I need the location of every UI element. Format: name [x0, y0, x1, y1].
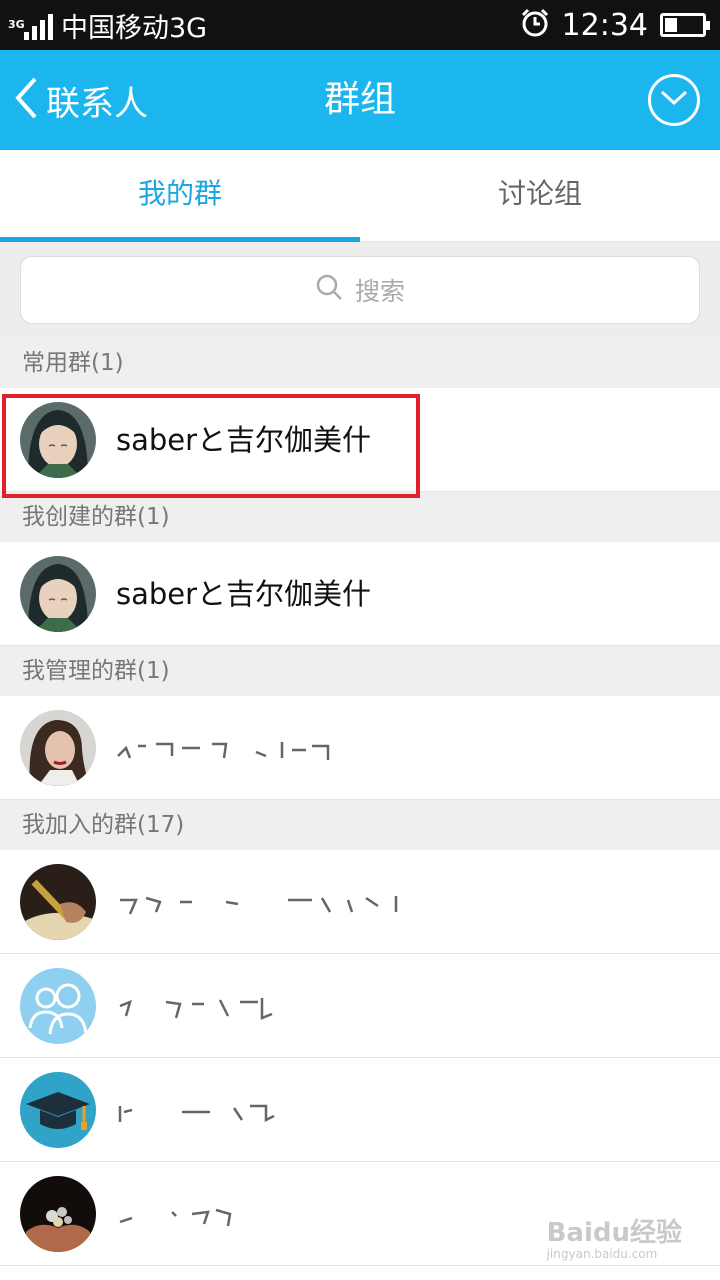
anime-girl-avatar [20, 556, 96, 632]
graduation-cap-avatar [20, 1072, 96, 1148]
redacted-name [118, 1104, 275, 1123]
section-header-joined: 我加入的群(17) [0, 800, 720, 850]
title-bar: 联系人 群组 [0, 50, 720, 150]
woman-portrait-avatar [20, 710, 96, 786]
group-name: saberと吉尔伽美什 [116, 423, 372, 457]
chevron-down-icon [659, 88, 689, 112]
battery-icon [660, 13, 710, 37]
section-header-managed: 我管理的群(1) [0, 646, 720, 696]
people-group-avatar [20, 968, 96, 1044]
anime-girl-avatar [20, 402, 96, 478]
group-name: saberと吉尔伽美什 [116, 577, 372, 611]
tab-bar: 我的群 讨论组 [0, 150, 720, 242]
pen-writing-avatar [20, 864, 96, 940]
section-header-frequent: 常用群(1) [0, 338, 720, 388]
status-time: 12:34 [561, 7, 648, 43]
redacted-name [119, 998, 273, 1020]
group-row[interactable] [0, 850, 720, 954]
alarm-icon [520, 8, 550, 42]
signal-icon [24, 10, 53, 40]
search-placeholder: 搜索 [354, 277, 405, 306]
watermark-sub: jingyan.baidu.com [546, 1247, 658, 1261]
baidu-watermark: Baidu经验 jingyan.baidu.com [547, 1212, 682, 1261]
group-row[interactable]: saberと吉尔伽美什 [0, 542, 720, 646]
status-bar-right: 12:34 [520, 0, 710, 50]
menu-button[interactable] [648, 74, 700, 126]
search-icon [315, 273, 343, 307]
section-header-created: 我创建的群(1) [0, 492, 720, 542]
status-bar-left: 3G 中国移动3G [8, 0, 207, 50]
group-row[interactable] [0, 954, 720, 1058]
hands-coins-avatar [20, 1176, 96, 1252]
carrier-label: 中国移动3G [61, 12, 208, 44]
network-type-label: 3G [8, 18, 25, 31]
redacted-name [120, 896, 398, 915]
watermark-main: Baidu经验 [546, 1218, 682, 1248]
tab-my-groups[interactable]: 我的群 [0, 150, 360, 242]
search-input[interactable]: 搜索 [20, 256, 700, 324]
group-row[interactable] [0, 696, 720, 800]
search-area: 搜索 [0, 242, 720, 338]
redacted-name [117, 742, 330, 760]
group-row[interactable]: saberと吉尔伽美什 [0, 388, 720, 492]
group-row[interactable] [0, 1058, 720, 1162]
page-title: 群组 [323, 79, 396, 120]
redacted-name [119, 1208, 232, 1227]
status-bar: 3G 中国移动3G 12:34 [0, 0, 720, 50]
tab-discussion-groups[interactable]: 讨论组 [360, 150, 720, 241]
